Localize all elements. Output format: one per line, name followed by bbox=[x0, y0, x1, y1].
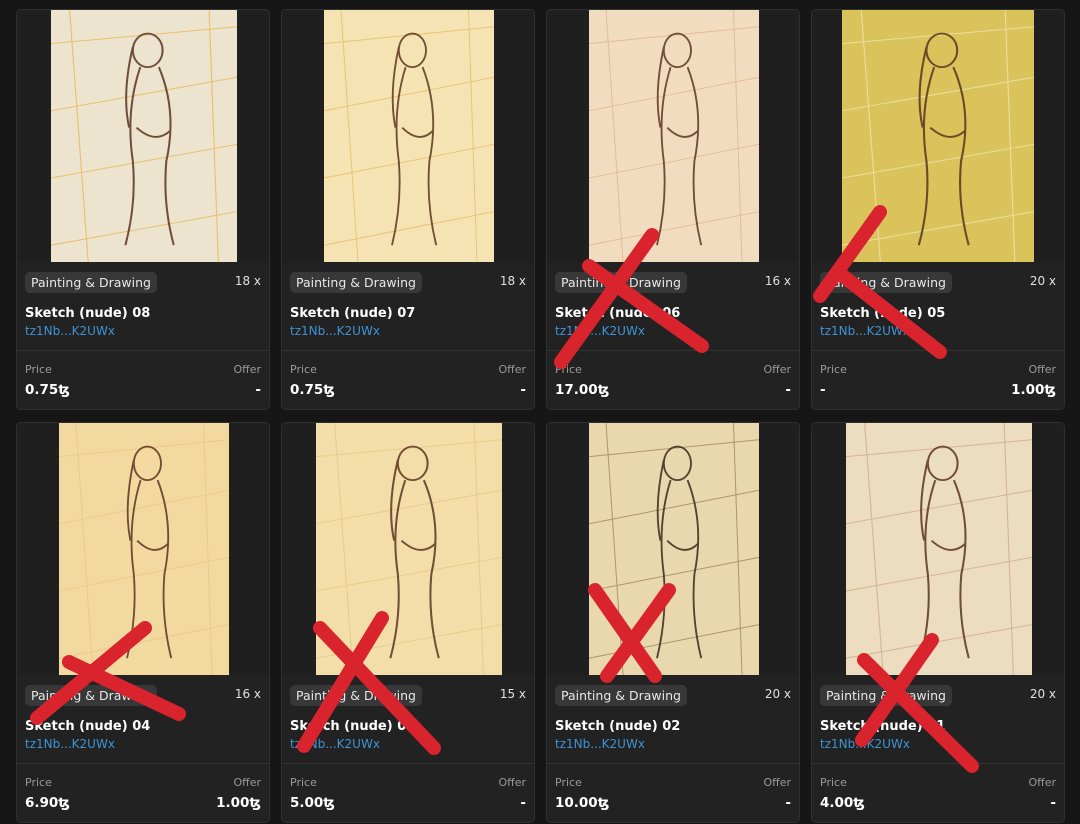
artwork-title[interactable]: Sketch (nude) 06 bbox=[555, 306, 680, 321]
divider bbox=[547, 763, 799, 764]
edition-count: 20 x bbox=[1029, 274, 1056, 288]
offer-label: Offer bbox=[1028, 363, 1056, 376]
artwork-title[interactable]: Sketch (nude) 08 bbox=[25, 306, 150, 321]
nft-card[interactable]: Painting & Drawing 18 x Sketch (nude) 07 tz… bbox=[281, 9, 535, 410]
divider bbox=[547, 350, 799, 351]
artwork-thumbnail[interactable] bbox=[812, 10, 1064, 262]
price-label: Price bbox=[25, 363, 52, 376]
offer-label: Offer bbox=[233, 363, 261, 376]
offer-value: - bbox=[785, 382, 791, 398]
price-value: - bbox=[820, 382, 826, 398]
artwork-title[interactable]: Sketch (nude) 02 bbox=[555, 719, 680, 734]
edition-count: 20 x bbox=[1029, 687, 1056, 701]
price-value: 0.75ꜩ bbox=[25, 382, 70, 398]
edition-count: 16 x bbox=[764, 274, 791, 288]
edition-count: 16 x bbox=[234, 687, 261, 701]
offer-value: - bbox=[520, 382, 526, 398]
artwork-image[interactable] bbox=[589, 10, 759, 262]
edition-count: 15 x bbox=[499, 687, 526, 701]
offer-label: Offer bbox=[1028, 776, 1056, 789]
price-value: 17.00ꜩ bbox=[555, 382, 610, 398]
price-label: Price bbox=[555, 776, 582, 789]
artwork-image[interactable] bbox=[316, 423, 502, 675]
price-label: Price bbox=[555, 363, 582, 376]
category-badge[interactable]: Painting & Drawing bbox=[290, 685, 422, 706]
nft-card[interactable]: Painting & Drawing 16 x Sketch (nude) 04 tz… bbox=[16, 422, 270, 823]
price-value: 10.00ꜩ bbox=[555, 795, 610, 811]
artwork-image[interactable] bbox=[842, 10, 1034, 262]
nft-card[interactable]: Painting & Drawing 18 x Sketch (nude) 08 tz… bbox=[16, 9, 270, 410]
nft-card[interactable]: Painting & Drawing 15 x Sketch (nude) 03 tz… bbox=[281, 422, 535, 823]
artwork-title[interactable]: Sketch (nude) 04 bbox=[25, 719, 150, 734]
divider bbox=[812, 763, 1064, 764]
offer-value: - bbox=[1050, 795, 1056, 811]
offer-label: Offer bbox=[233, 776, 261, 789]
edition-count: 18 x bbox=[499, 274, 526, 288]
artwork-image[interactable] bbox=[324, 10, 494, 262]
category-badge[interactable]: Painting & Drawing bbox=[820, 272, 952, 293]
artwork-thumbnail[interactable] bbox=[282, 10, 534, 262]
category-badge[interactable]: Painting & Drawing bbox=[555, 272, 687, 293]
owner-address-link[interactable]: tz1Nb...K2UWx bbox=[25, 737, 115, 751]
category-badge[interactable]: Painting & Drawing bbox=[25, 685, 157, 706]
artwork-title[interactable]: Sketch (nude) 07 bbox=[290, 306, 415, 321]
owner-address-link[interactable]: tz1Nb...K2UWx bbox=[25, 324, 115, 338]
category-badge[interactable]: Painting & Drawing bbox=[555, 685, 687, 706]
price-value: 5.00ꜩ bbox=[290, 795, 335, 811]
offer-value: - bbox=[520, 795, 526, 811]
price-label: Price bbox=[25, 776, 52, 789]
artwork-image[interactable] bbox=[51, 10, 237, 262]
artwork-image[interactable] bbox=[59, 423, 229, 675]
owner-address-link[interactable]: tz1Nb...K2UWx bbox=[290, 324, 380, 338]
edition-count: 18 x bbox=[234, 274, 261, 288]
offer-label: Offer bbox=[763, 776, 791, 789]
owner-address-link[interactable]: tz1Nb...K2UWx bbox=[820, 737, 910, 751]
owner-address-link[interactable]: tz1Nb...K2UWx bbox=[555, 737, 645, 751]
offer-value: 1.00ꜩ bbox=[216, 795, 261, 811]
offer-value: - bbox=[255, 382, 261, 398]
price-value: 6.90ꜩ bbox=[25, 795, 70, 811]
price-label: Price bbox=[820, 363, 847, 376]
artwork-thumbnail[interactable] bbox=[547, 10, 799, 262]
offer-label: Offer bbox=[498, 363, 526, 376]
divider bbox=[282, 350, 534, 351]
owner-address-link[interactable]: tz1Nb...K2UWx bbox=[555, 324, 645, 338]
artwork-image[interactable] bbox=[589, 423, 759, 675]
category-badge[interactable]: Painting & Drawing bbox=[820, 685, 952, 706]
divider bbox=[812, 350, 1064, 351]
offer-value: 1.00ꜩ bbox=[1011, 382, 1056, 398]
artwork-thumbnail[interactable] bbox=[547, 423, 799, 675]
artwork-thumbnail[interactable] bbox=[812, 423, 1064, 675]
nft-card[interactable]: Painting & Drawing 20 x Sketch (nude) 02 tz… bbox=[546, 422, 800, 823]
owner-address-link[interactable]: tz1Nb...K2UWx bbox=[290, 737, 380, 751]
offer-label: Offer bbox=[498, 776, 526, 789]
price-value: 4.00ꜩ bbox=[820, 795, 865, 811]
artwork-title[interactable]: Sketch (nude) 05 bbox=[820, 306, 945, 321]
artwork-thumbnail[interactable] bbox=[17, 423, 269, 675]
divider bbox=[282, 763, 534, 764]
nft-card[interactable]: Painting & Drawing 20 x Sketch (nude) 01 tz… bbox=[811, 422, 1065, 823]
edition-count: 20 x bbox=[764, 687, 791, 701]
price-label: Price bbox=[290, 363, 317, 376]
category-badge[interactable]: Painting & Drawing bbox=[25, 272, 157, 293]
nft-card[interactable]: Painting & Drawing 16 x Sketch (nude) 06 tz… bbox=[546, 9, 800, 410]
price-label: Price bbox=[290, 776, 317, 789]
artwork-title[interactable]: Sketch (nude) 01 bbox=[820, 719, 945, 734]
artwork-title[interactable]: Sketch (nude) 03 bbox=[290, 719, 415, 734]
offer-label: Offer bbox=[763, 363, 791, 376]
nft-card[interactable]: Painting & Drawing 20 x Sketch (nude) 05 tz… bbox=[811, 9, 1065, 410]
price-label: Price bbox=[820, 776, 847, 789]
artwork-thumbnail[interactable] bbox=[282, 423, 534, 675]
price-value: 0.75ꜩ bbox=[290, 382, 335, 398]
divider bbox=[17, 350, 269, 351]
artwork-thumbnail[interactable] bbox=[17, 10, 269, 262]
category-badge[interactable]: Painting & Drawing bbox=[290, 272, 422, 293]
artwork-image[interactable] bbox=[846, 423, 1032, 675]
divider bbox=[17, 763, 269, 764]
owner-address-link[interactable]: tz1Nb...K2UWx bbox=[820, 324, 910, 338]
offer-value: - bbox=[785, 795, 791, 811]
